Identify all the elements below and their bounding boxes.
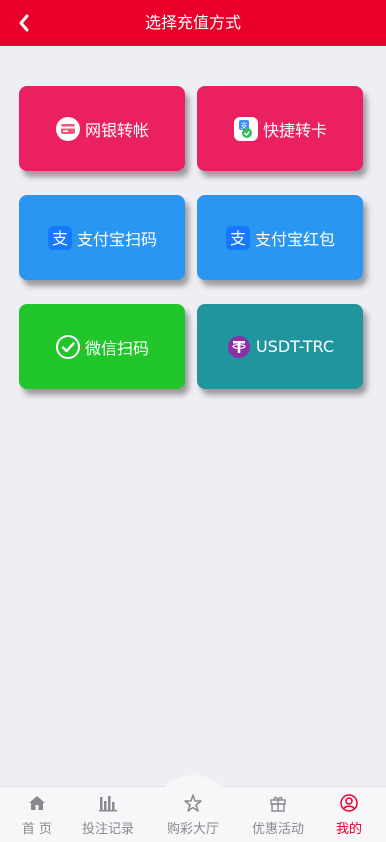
tab-label: 首 页	[21, 822, 53, 837]
star-icon	[156, 792, 230, 814]
home-icon	[0, 792, 74, 814]
method-label: USDT-TRC	[255, 337, 335, 356]
svg-text:支: 支	[52, 229, 68, 248]
method-label: 支付宝扫码	[76, 229, 157, 249]
method-bank-transfer[interactable]: 网银转帐	[19, 86, 185, 171]
bar-chart-icon	[71, 792, 145, 814]
method-label: 支付宝红包	[254, 229, 335, 249]
tab-promotions[interactable]: 优惠活动	[241, 792, 315, 838]
gift-icon	[241, 792, 315, 814]
svg-text:支: 支	[230, 229, 246, 248]
method-quick-transfer[interactable]: 支 快捷转卡	[197, 86, 363, 171]
tab-label: 优惠活动	[251, 822, 304, 837]
method-usdt-trc[interactable]: USDT-TRC	[197, 304, 363, 389]
method-wechat-scan[interactable]: 微信扫码	[19, 304, 185, 389]
tab-label: 投注记录	[81, 822, 134, 837]
tab-bet-records[interactable]: 投注记录	[71, 792, 145, 838]
user-icon	[312, 792, 386, 814]
method-label: 微信扫码	[84, 338, 149, 358]
tab-lottery-hall[interactable]: 购彩大厅	[156, 792, 230, 838]
method-alipay-scan[interactable]: 支 支付宝扫码	[19, 195, 185, 280]
bank-card-icon	[55, 116, 81, 142]
quick-transfer-icon: 支	[233, 116, 259, 142]
page-title: 选择充值方式	[144, 13, 241, 32]
tab-label: 购彩大厅	[166, 822, 219, 837]
header-bar: 选择充值方式	[0, 0, 386, 46]
alipay-icon: 支	[47, 225, 73, 251]
wechat-check-icon	[55, 334, 81, 360]
tab-label: 我的	[335, 822, 362, 837]
tab-mine[interactable]: 我的	[312, 792, 386, 838]
alipay-icon: 支	[225, 225, 251, 251]
tab-home[interactable]: 首 页	[0, 792, 74, 838]
method-label: 网银转帐	[84, 120, 149, 140]
method-alipay-red-packet[interactable]: 支 支付宝红包	[197, 195, 363, 280]
tether-icon	[226, 334, 252, 360]
method-label: 快捷转卡	[262, 120, 327, 140]
